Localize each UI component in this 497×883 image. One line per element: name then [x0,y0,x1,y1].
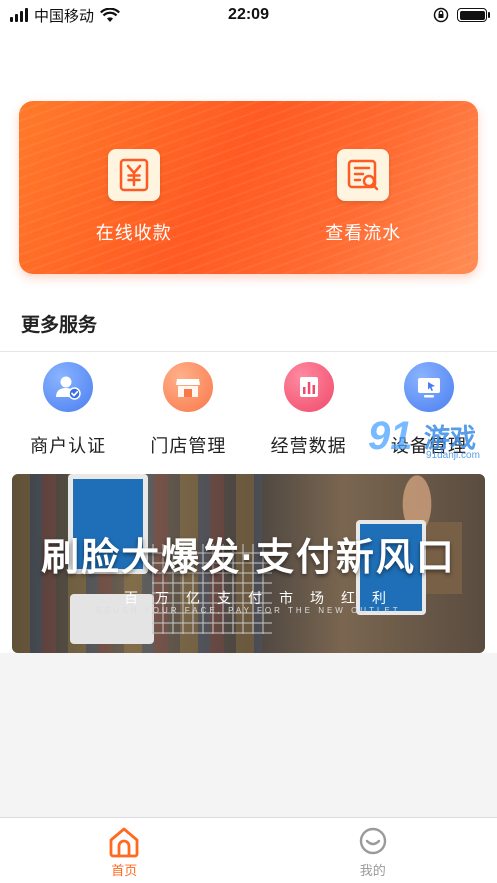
wifi-icon [100,7,120,22]
bottom-tab-bar: 首页 我的 [0,817,497,883]
home-icon [109,827,139,858]
tab-home[interactable]: 首页 [0,818,249,883]
rotation-lock-icon [433,7,449,23]
bar-chart-icon [283,362,334,412]
section-divider [0,351,497,352]
service-store-management[interactable]: 门店管理 [133,362,243,462]
service-merchant-verification[interactable]: 商户认证 [13,362,123,462]
yuan-receipt-icon [107,149,160,201]
promo-banner[interactable]: 刷脸大爆发·支付新风口 百万亿支付市场红利 BRUSH YOUR FACE, P… [12,474,485,653]
payment-hero-card: 在线收款 查看流水 [19,101,478,274]
signal-icon [10,8,28,22]
banner-headline: 刷脸大爆发·支付新风口 [41,537,456,579]
tab-profile-label: 我的 [359,863,386,878]
service-label: 门店管理 [150,436,227,456]
banner-subline: 百万亿支付市场红利 [124,590,403,606]
service-device-management[interactable]: 设备管理 [374,362,484,462]
tab-profile[interactable]: 我的 [249,818,497,883]
status-left: 中国移动 [10,5,120,26]
status-bar: 中国移动 22:09 [0,0,497,30]
banner-subline-en: BRUSH YOUR FACE, PAY FOR THE NEW OUTLET [96,606,401,615]
section-title-more-services: 更多服务 [21,315,98,336]
view-transactions-label: 查看流水 [325,223,402,243]
online-collection-label: 在线收款 [95,223,172,243]
service-business-data[interactable]: 经营数据 [254,362,364,462]
store-icon [163,362,214,412]
view-transactions-button[interactable]: 查看流水 [249,101,479,274]
services-grid: 商户认证 门店管理 经营数据 设备管理 [0,362,497,462]
status-right [433,7,490,23]
content-background [0,653,497,818]
merchant-verify-icon [43,362,94,412]
device-icon [403,362,454,412]
tab-home-label: 首页 [111,863,138,878]
service-label: 经营数据 [270,436,347,456]
carrier-label: 中国移动 [34,7,95,25]
ledger-search-icon [337,149,390,201]
profile-icon [359,827,386,855]
online-collection-button[interactable]: 在线收款 [19,101,249,274]
clock: 22:09 [228,6,269,23]
service-label: 商户认证 [30,436,107,456]
battery-icon [457,8,490,22]
service-label: 设备管理 [390,436,467,456]
